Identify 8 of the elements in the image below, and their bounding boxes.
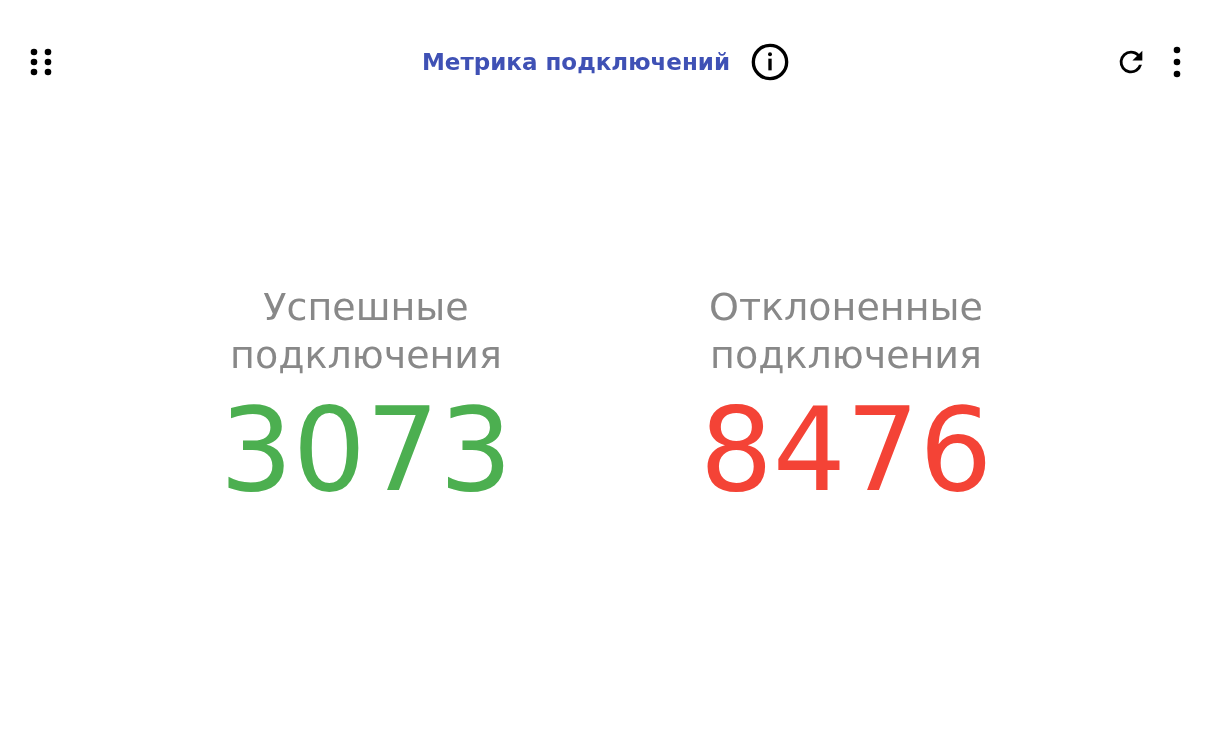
widget-title: Метрика подключений <box>421 49 731 75</box>
metric-value: 8476 <box>699 387 993 514</box>
metric-label: Отклоненные подключения <box>708 284 984 379</box>
info-icon[interactable] <box>750 42 791 82</box>
metric-value: 3073 <box>219 387 513 514</box>
more-menu-icon[interactable] <box>1172 45 1182 79</box>
drag-handle-icon[interactable] <box>30 48 52 76</box>
metric-label: Успешные подключения <box>229 284 503 379</box>
